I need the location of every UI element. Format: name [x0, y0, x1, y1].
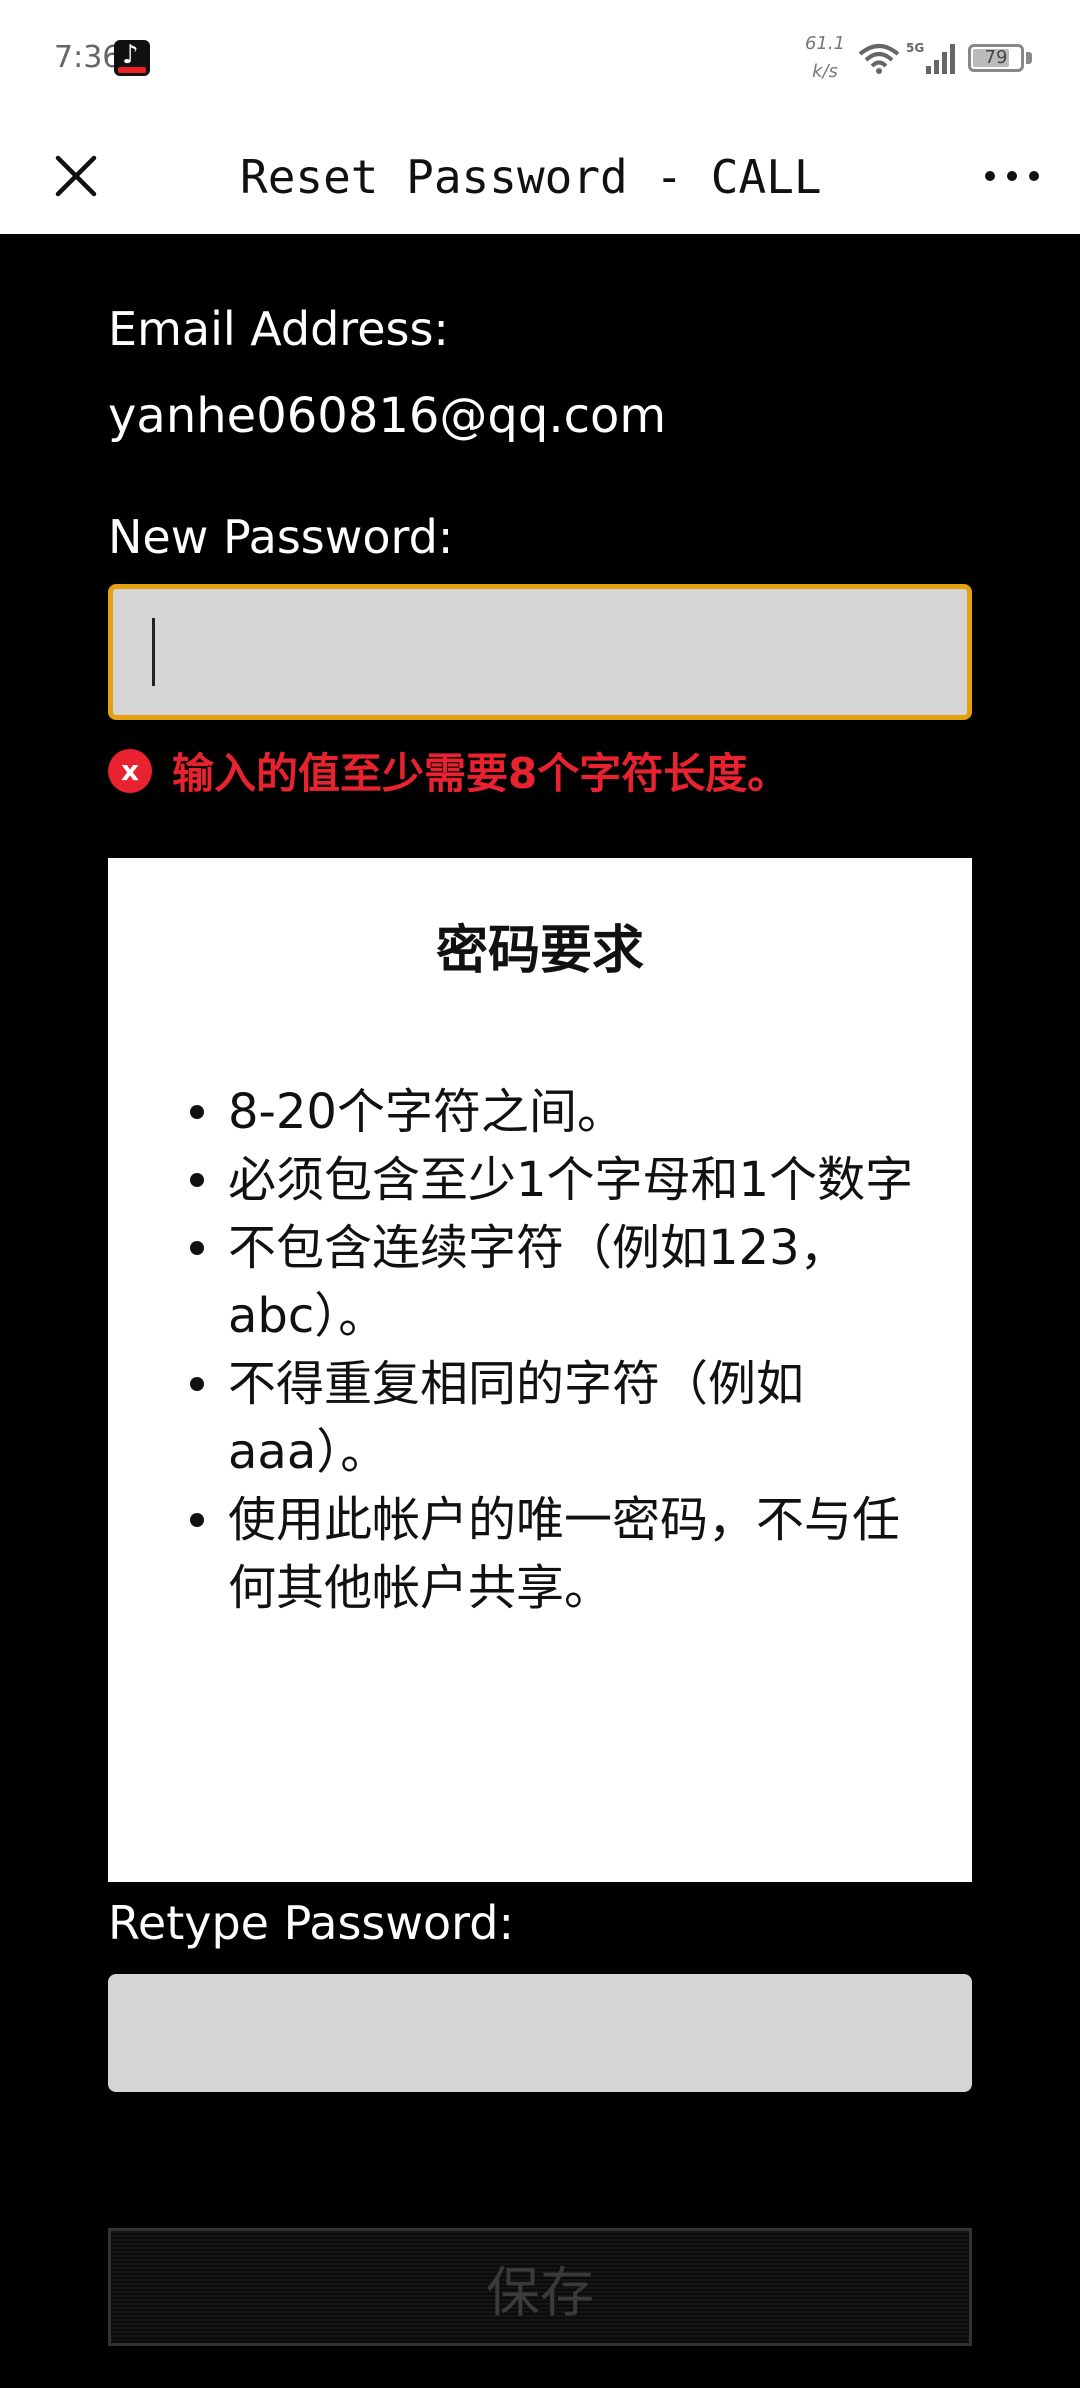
requirement-item: 必须包含至少1个字母和1个数字 — [190, 1146, 928, 1214]
more-horizontal-icon — [985, 171, 1039, 181]
close-button[interactable] — [36, 136, 116, 216]
error-icon: x — [108, 748, 152, 793]
close-icon — [55, 155, 97, 197]
tiktok-notification-icon — [114, 40, 150, 76]
password-requirements-panel: 密码要求 8-20个字符之间。 必须包含至少1个字母和1个数字 不包含连续字符（… — [108, 858, 972, 1882]
screen: 7:36 61.1 k/s 5G 79 — [0, 0, 1080, 2388]
error-message: 输入的值至少需要8个字符长度。 — [172, 749, 790, 798]
page-title: Reset Password - CALL … — [240, 150, 840, 204]
network-speed: 61.1 k/s — [800, 30, 850, 86]
retype-password-input[interactable] — [108, 1974, 972, 2092]
network-speed-unit: k/s — [812, 61, 838, 82]
email-label: Email Address: — [108, 302, 449, 356]
error-message-row: x 输入的值至少需要8个字符长度。 — [108, 740, 789, 801]
wifi-icon — [858, 44, 900, 74]
retype-password-label: Retype Password: — [108, 1896, 514, 1950]
new-password-label: New Password: — [108, 510, 454, 564]
network-speed-value: 61.1 — [804, 33, 846, 54]
text-caret — [152, 618, 155, 686]
network-type: 5G — [906, 41, 924, 55]
more-options-button[interactable] — [972, 136, 1052, 216]
status-time: 7:36 — [54, 40, 122, 75]
requirement-item: 不包含连续字符（例如123，abc）。 — [190, 1214, 928, 1350]
status-bar: 7:36 61.1 k/s 5G 79 — [0, 0, 1080, 120]
email-value: yanhe060816@qq.com — [108, 388, 667, 444]
battery-level: 79 — [984, 47, 1008, 68]
cellular-signal-icon: 5G — [906, 41, 955, 74]
requirements-title: 密码要求 — [435, 921, 644, 981]
requirement-item: 使用此帐户的唯一密码，不与任何其他帐户共享。 — [190, 1486, 928, 1622]
requirement-item: 8-20个字符之间。 — [190, 1078, 928, 1146]
battery-icon: 79 — [968, 44, 1024, 72]
requirements-list: 8-20个字符之间。 必须包含至少1个字母和1个数字 不包含连续字符（例如123… — [190, 1078, 928, 1622]
new-password-input[interactable] — [108, 584, 972, 720]
save-button[interactable]: 保存 — [108, 2228, 972, 2346]
battery-tip — [1026, 52, 1032, 64]
app-bar: Reset Password - CALL … — [0, 120, 1080, 234]
requirement-item: 不得重复相同的字符（例如aaa）。 — [190, 1350, 928, 1486]
